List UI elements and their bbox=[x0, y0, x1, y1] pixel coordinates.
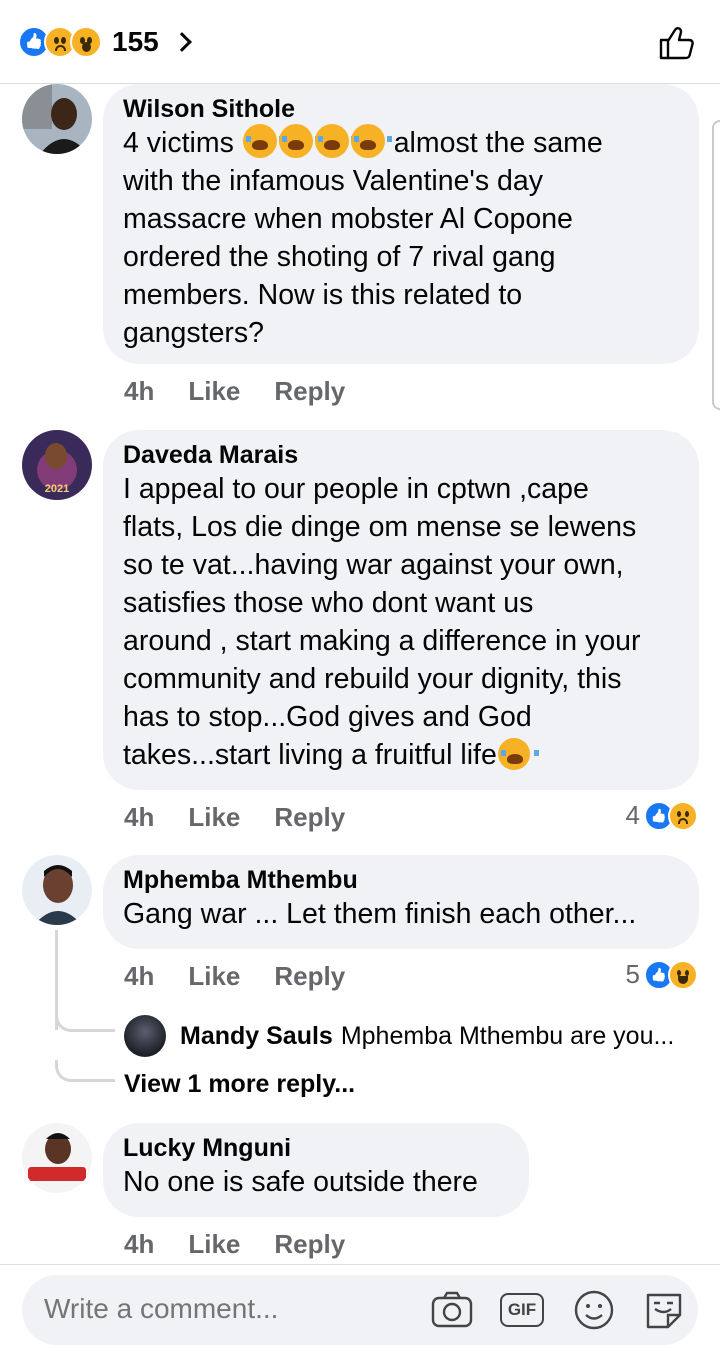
avatar[interactable] bbox=[22, 855, 92, 925]
comment-text: Gang war ... Let them finish each other.… bbox=[123, 898, 637, 930]
comment-time: 4h bbox=[124, 1229, 155, 1259]
comment-text: I appeal to our people in cptwn ,cape fl… bbox=[123, 473, 641, 771]
comment-bubble[interactable]: Daveda Marais I appeal to our people in … bbox=[103, 430, 699, 790]
comment-time: 4h bbox=[124, 376, 155, 406]
scrollbar[interactable] bbox=[712, 120, 720, 410]
wow-icon bbox=[70, 26, 102, 58]
crying-emoji-icon bbox=[278, 124, 320, 158]
comment-author[interactable]: Wilson Sithole bbox=[123, 94, 679, 124]
comment-time: 4h bbox=[124, 961, 155, 991]
comment-bubble[interactable]: Mphemba Mthembu Gang war ... Let them fi… bbox=[103, 855, 699, 949]
thread-connector bbox=[55, 1010, 115, 1032]
haha-icon bbox=[668, 959, 698, 990]
avatar[interactable] bbox=[124, 1015, 166, 1057]
crying-emoji-icon bbox=[242, 124, 284, 158]
crying-emoji-icon bbox=[350, 124, 392, 158]
comment-author[interactable]: Mphemba Mthembu bbox=[123, 865, 679, 895]
sad-icon bbox=[668, 800, 698, 831]
reply-button[interactable]: Reply bbox=[274, 802, 345, 833]
comment-actions: 4h Like Reply bbox=[124, 376, 345, 407]
comment-time: 4h bbox=[124, 802, 155, 832]
camera-icon[interactable] bbox=[430, 1289, 474, 1331]
reaction-count: 4 bbox=[625, 800, 640, 830]
comment-author[interactable]: Daveda Marais bbox=[123, 440, 679, 470]
comment-input-container[interactable]: GIF bbox=[22, 1275, 698, 1345]
reply-text: Mphemba Mthembu are you... bbox=[340, 1021, 675, 1050]
like-button[interactable]: Like bbox=[188, 961, 240, 992]
comment-author[interactable]: Lucky Mnguni bbox=[123, 1133, 509, 1163]
view-more-replies-link[interactable]: View 1 more reply... bbox=[124, 1070, 355, 1099]
comment-text: 4 victims almost the same with the infam… bbox=[123, 124, 679, 352]
reply-author[interactable]: Mandy Sauls bbox=[180, 1022, 333, 1051]
gif-icon[interactable]: GIF bbox=[500, 1293, 544, 1327]
avatar[interactable] bbox=[22, 1123, 92, 1193]
crying-emoji-icon bbox=[314, 124, 356, 158]
reply-button[interactable]: Reply bbox=[274, 1229, 345, 1260]
comment-reactions[interactable]: 5 bbox=[626, 959, 698, 990]
comment-actions: 4h Like Reply bbox=[124, 802, 345, 833]
like-button[interactable]: Like bbox=[188, 802, 240, 833]
thread-connector bbox=[55, 1060, 115, 1082]
comment-bubble[interactable]: Lucky Mnguni No one is safe outside ther… bbox=[103, 1123, 529, 1217]
sad-emoji-icon bbox=[497, 738, 539, 770]
thumbs-up-icon[interactable] bbox=[658, 26, 694, 60]
like-button[interactable]: Like bbox=[188, 376, 240, 407]
comment-reactions[interactable]: 4 bbox=[626, 800, 698, 831]
reaction-count: 155 bbox=[112, 26, 159, 57]
emoji-icon[interactable] bbox=[572, 1289, 616, 1331]
like-button[interactable]: Like bbox=[188, 1229, 240, 1260]
chevron-right-icon bbox=[171, 32, 192, 52]
sticker-icon[interactable] bbox=[642, 1289, 686, 1331]
comment-actions: 4h Like Reply bbox=[124, 1229, 345, 1260]
reply-preview[interactable]: Mandy Sauls Mphemba Mthembu are you... bbox=[124, 1015, 674, 1057]
svg-text:2021: 2021 bbox=[45, 483, 69, 495]
comment-input[interactable] bbox=[44, 1293, 424, 1325]
reactions-header: 155 bbox=[0, 0, 720, 84]
reaction-count: 5 bbox=[625, 959, 640, 989]
comment-actions: 4h Like Reply bbox=[124, 961, 345, 992]
avatar[interactable] bbox=[22, 84, 92, 154]
comment-text: No one is safe outside there bbox=[123, 1166, 478, 1198]
comment-composer: GIF bbox=[0, 1264, 720, 1355]
avatar[interactable]: 2021 bbox=[22, 430, 92, 500]
reaction-summary[interactable]: 155 bbox=[18, 22, 192, 62]
comment-bubble[interactable]: Wilson Sithole 4 victims almost the same… bbox=[103, 84, 699, 364]
reply-button[interactable]: Reply bbox=[274, 376, 345, 407]
reply-button[interactable]: Reply bbox=[274, 961, 345, 992]
